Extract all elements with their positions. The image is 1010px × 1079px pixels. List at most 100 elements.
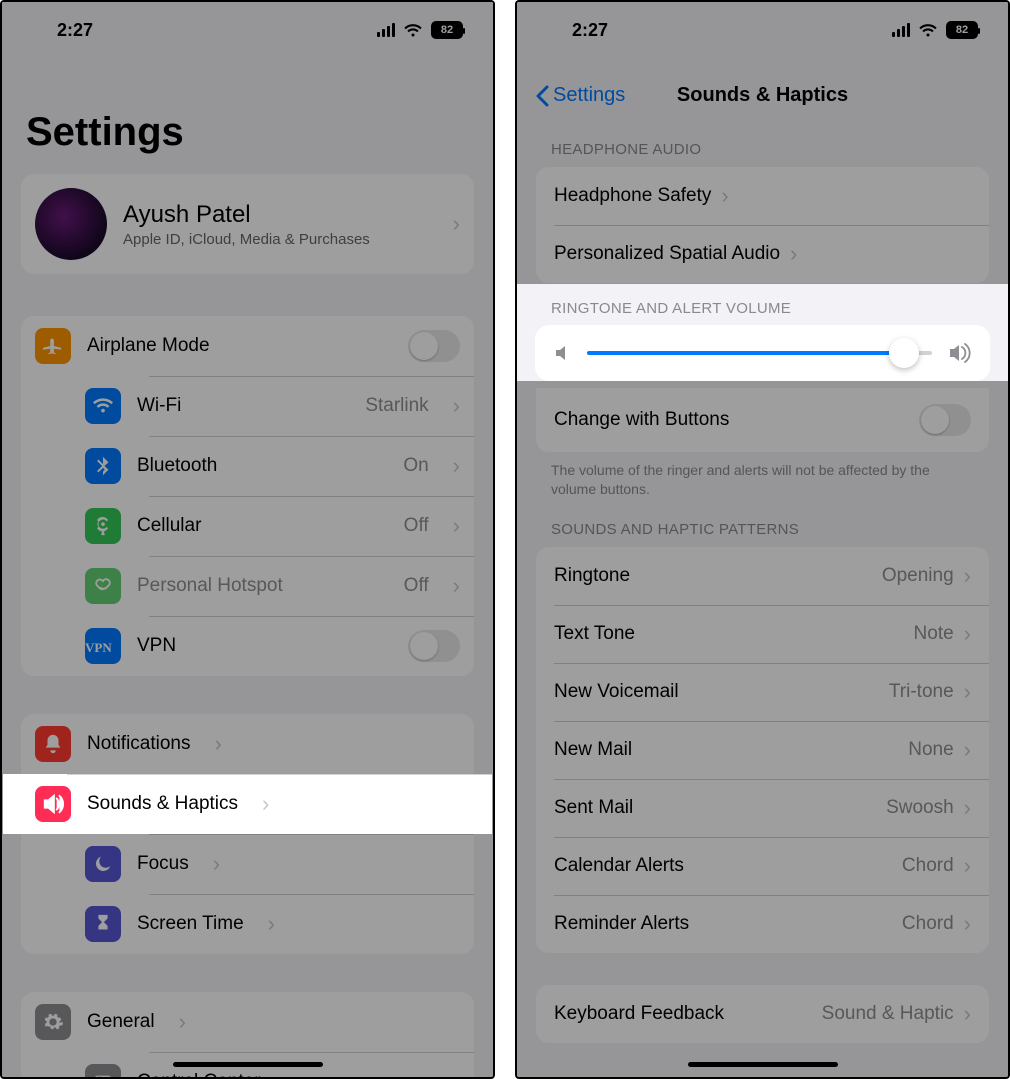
chevron-right-icon: › xyxy=(268,911,275,937)
back-button[interactable]: Settings xyxy=(535,84,625,107)
row-headphone-safety[interactable]: Headphone Safety› xyxy=(536,167,989,225)
chevron-right-icon: › xyxy=(453,211,460,237)
settings-row-bluetooth[interactable]: Bluetooth On › xyxy=(85,436,474,496)
chevron-left-icon xyxy=(535,85,549,107)
chevron-right-icon: › xyxy=(964,911,971,937)
keyboard-group: Keyboard Feedback Sound & Haptic › xyxy=(535,984,990,1044)
ringtone-volume-header: RINGTONE AND ALERT VOLUME xyxy=(517,284,1008,325)
change-with-buttons-row[interactable]: Change with Buttons xyxy=(536,388,989,452)
row-new-mail[interactable]: New MailNone› xyxy=(536,721,989,779)
ringtone-volume-section: RINGTONE AND ALERT VOLUME xyxy=(517,284,1008,381)
settings-row-wi-fi[interactable]: Wi-FiStarlink› xyxy=(85,376,474,436)
row-new-voicemail[interactable]: New VoicemailTri-tone› xyxy=(536,663,989,721)
row-label: Sent Mail xyxy=(554,797,633,819)
row-value: On xyxy=(403,455,428,477)
row-personalized-spatial-audio[interactable]: Personalized Spatial Audio › xyxy=(536,225,989,283)
row-ringtone[interactable]: RingtoneOpening› xyxy=(536,547,989,605)
row-label: Focus xyxy=(137,853,189,875)
wifi-icon xyxy=(918,23,938,38)
chevron-right-icon: › xyxy=(964,795,971,821)
change-buttons-toggle[interactable] xyxy=(919,404,971,436)
row-calendar-alerts[interactable]: Calendar AlertsChord› xyxy=(536,837,989,895)
row-label: Ringtone xyxy=(554,565,630,587)
chevron-right-icon: › xyxy=(964,1001,971,1027)
chevron-right-icon: › xyxy=(262,791,269,817)
settings-row-vpn[interactable]: VPNVPN xyxy=(85,616,474,676)
settings-row-airplane-mode[interactable]: Airplane Mode xyxy=(21,316,474,376)
keyboard-feedback-row[interactable]: Keyboard Feedback Sound & Haptic › xyxy=(536,985,989,1043)
settings-row-focus[interactable]: Focus› xyxy=(85,834,474,894)
row-label: General xyxy=(87,1011,155,1033)
row-value: Swoosh xyxy=(886,797,954,819)
row-value: Chord xyxy=(902,855,954,877)
battery-icon: 82 xyxy=(946,21,978,39)
chevron-right-icon: › xyxy=(790,241,797,267)
row-label: Screen Time xyxy=(137,913,244,935)
home-indicator xyxy=(688,1062,838,1067)
row-reminder-alerts[interactable]: Reminder AlertsChord› xyxy=(536,895,989,953)
chevron-right-icon: › xyxy=(964,679,971,705)
settings-row-notifications[interactable]: Notifications› xyxy=(21,714,474,774)
toggle[interactable] xyxy=(408,630,460,662)
wifi-icon xyxy=(403,23,423,38)
row-label: Bluetooth xyxy=(137,455,217,477)
sounds-haptics-screen: 2:27 82 Settings Sounds & Haptics HEADPH… xyxy=(515,0,1010,1079)
back-label: Settings xyxy=(553,84,625,107)
airplane-icon xyxy=(35,328,71,364)
settings-row-personal-hotspot[interactable]: Personal HotspotOff› xyxy=(85,556,474,616)
row-value: Off xyxy=(404,575,429,597)
status-bar: 2:27 82 xyxy=(2,2,493,52)
row-label: Personalized Spatial Audio xyxy=(554,243,780,265)
nav-bar: Settings Sounds & Haptics xyxy=(517,52,1008,119)
profile-card[interactable]: Ayush Patel Apple ID, iCloud, Media & Pu… xyxy=(20,173,475,275)
headphone-audio-group: Headphone Safety›Personalized Spatial Au… xyxy=(535,166,990,284)
bell-icon xyxy=(35,726,71,762)
nav-title: Sounds & Haptics xyxy=(677,84,848,107)
row-value: Sound & Haptic xyxy=(822,1003,954,1025)
row-text-tone[interactable]: Text ToneNote› xyxy=(536,605,989,663)
settings-row-screen-time[interactable]: Screen Time › xyxy=(85,894,474,954)
chevron-right-icon: › xyxy=(179,1009,186,1035)
link-icon xyxy=(85,568,121,604)
slider-thumb[interactable] xyxy=(889,338,919,368)
change-buttons-group: Change with Buttons xyxy=(535,387,990,453)
headphone-audio-header: HEADPHONE AUDIO xyxy=(517,119,1008,166)
volume-slider-card xyxy=(535,325,990,381)
settings-screen: 2:27 82 Settings Ayush Patel Apple ID, i… xyxy=(0,0,495,1079)
change-buttons-footer: The volume of the ringer and alerts will… xyxy=(517,453,1008,499)
volume-slider[interactable] xyxy=(587,351,932,355)
chevron-right-icon: › xyxy=(964,853,971,879)
row-value: Starlink xyxy=(365,395,428,417)
row-sent-mail[interactable]: Sent Mail Swoosh › xyxy=(536,779,989,837)
row-value: None xyxy=(908,739,953,761)
moon-icon xyxy=(85,846,121,882)
settings-row-general[interactable]: General › xyxy=(21,992,474,1052)
settings-row-sounds-haptics[interactable]: Sounds & Haptics › xyxy=(3,774,492,834)
toggle[interactable] xyxy=(408,330,460,362)
connectivity-group: Airplane ModeWi-FiStarlink› Bluetooth On › C… xyxy=(20,315,475,677)
row-label: Cellular xyxy=(137,515,201,537)
vpn-icon: VPN xyxy=(85,628,121,664)
chevron-right-icon: › xyxy=(964,563,971,589)
row-label: Notifications xyxy=(87,733,191,755)
status-icons: 82 xyxy=(377,21,463,39)
volume-low-icon xyxy=(553,344,571,362)
profile-name: Ayush Patel xyxy=(123,201,370,229)
gear-icon xyxy=(35,1004,71,1040)
row-label: Keyboard Feedback xyxy=(554,1003,724,1025)
status-time: 2:27 xyxy=(57,20,93,41)
antenna-icon xyxy=(85,508,121,544)
chevron-right-icon: › xyxy=(285,1069,292,1079)
row-label: Sounds & Haptics xyxy=(87,793,238,815)
cellular-signal-icon xyxy=(892,23,910,37)
settings-row-cellular[interactable]: CellularOff› xyxy=(85,496,474,556)
battery-icon: 82 xyxy=(431,21,463,39)
patterns-header: SOUNDS AND HAPTIC PATTERNS xyxy=(517,499,1008,546)
avatar xyxy=(35,188,107,260)
hourglass-icon xyxy=(85,906,121,942)
row-value: Note xyxy=(914,623,954,645)
svg-text:VPN: VPN xyxy=(85,640,112,655)
chevron-right-icon: › xyxy=(453,453,460,479)
speaker-icon xyxy=(35,786,71,822)
row-value: Chord xyxy=(902,913,954,935)
